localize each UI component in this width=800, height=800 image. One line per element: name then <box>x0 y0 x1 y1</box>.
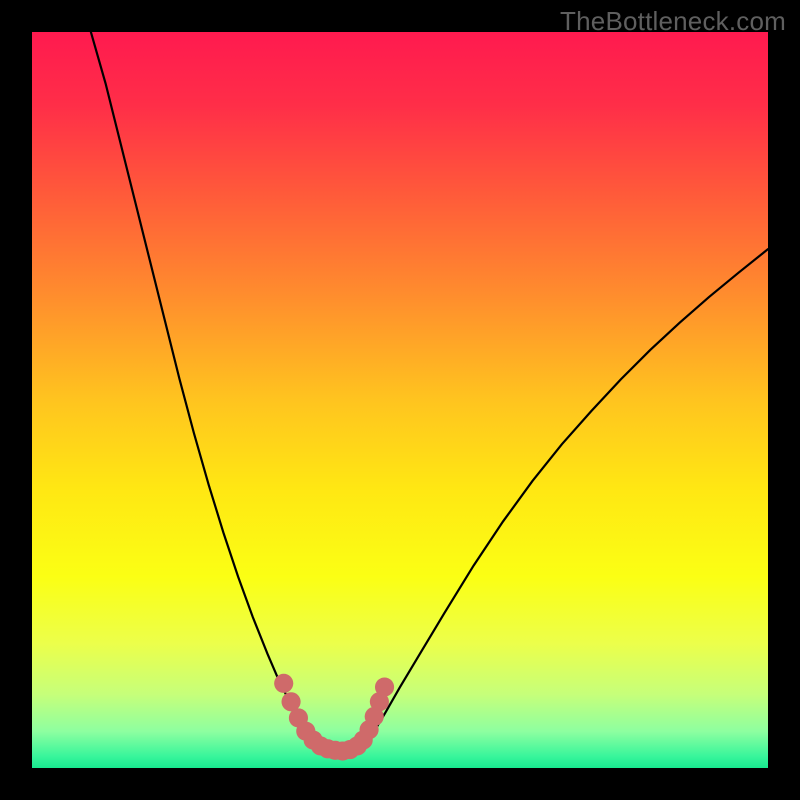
valley-dot <box>274 674 293 693</box>
curve-right-branch <box>319 249 768 752</box>
chart-frame: TheBottleneck.com <box>0 0 800 800</box>
curve-left-branch <box>91 32 363 752</box>
curve-layer <box>32 32 768 768</box>
valley-dots <box>274 674 394 761</box>
valley-dot <box>375 677 394 696</box>
plot-area <box>32 32 768 768</box>
